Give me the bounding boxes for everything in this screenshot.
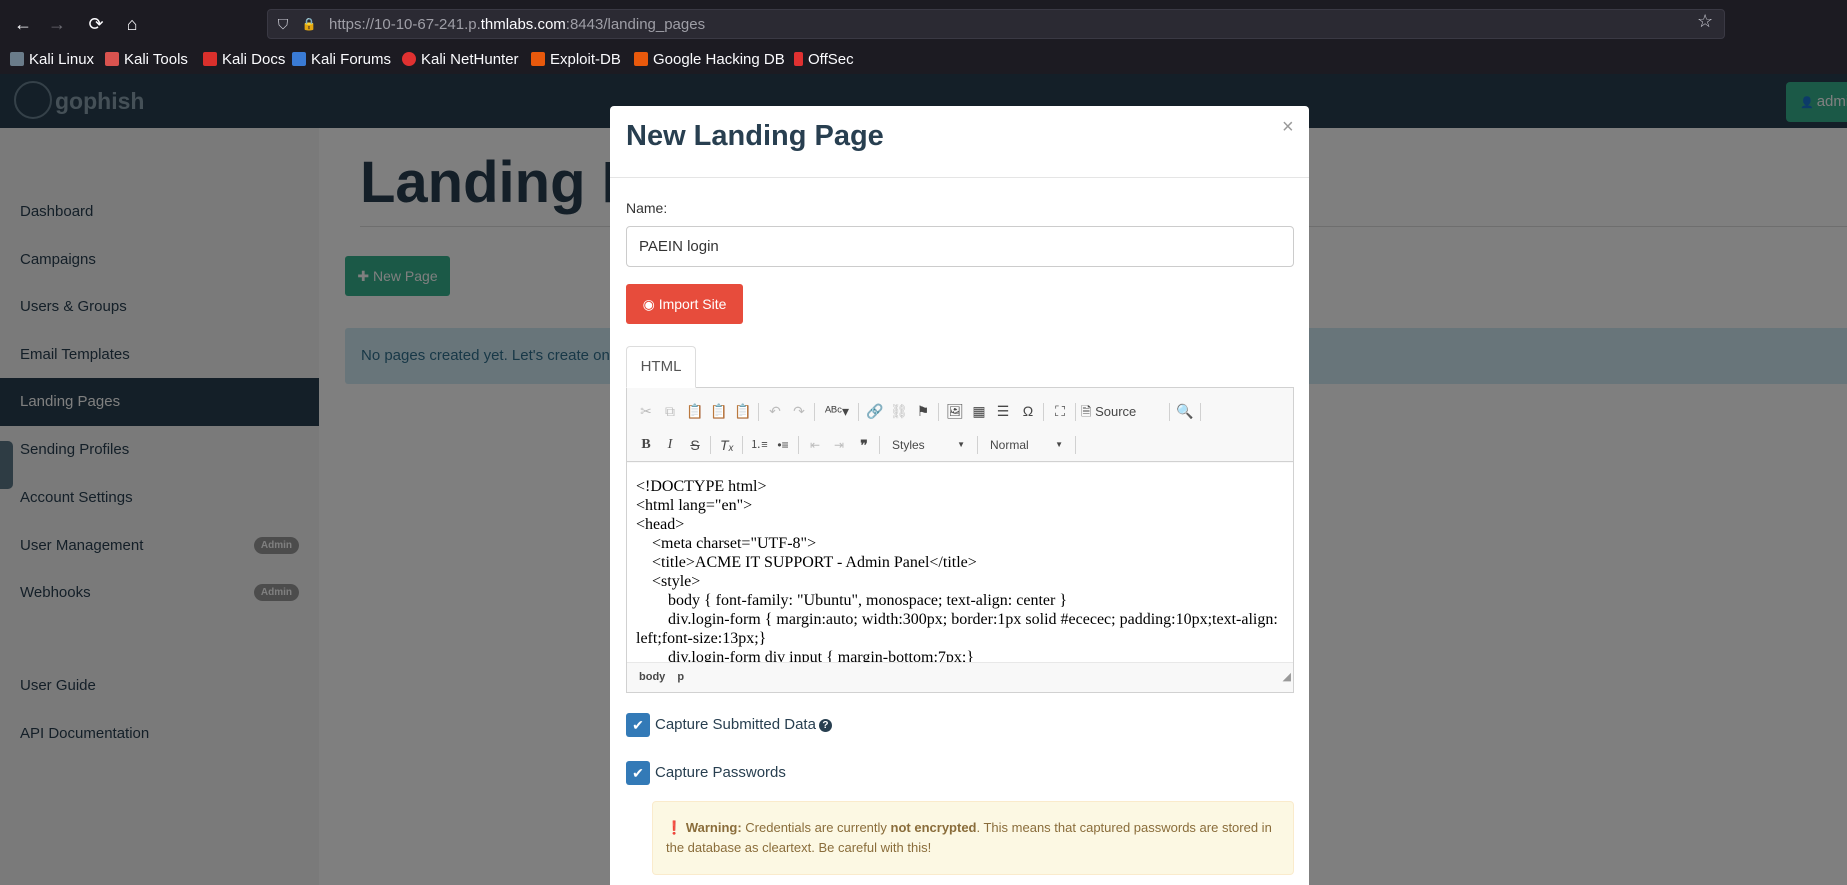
bookmark-offsec[interactable]: OffSec <box>794 50 854 70</box>
redo-icon[interactable]: ↷ <box>788 400 810 422</box>
format-dropdown[interactable]: Normal ▼ <box>983 434 1069 456</box>
help-icon[interactable]: ? <box>818 719 832 732</box>
special-char-icon[interactable]: Ω <box>1017 400 1039 422</box>
remove-format-icon[interactable]: Tₓ <box>716 434 738 456</box>
indent-icon[interactable]: ⇥ <box>828 434 850 456</box>
name-label: Name: <box>626 200 668 216</box>
editor-toolbar: ✂ ⧉ 📋 📋 📋 ↶ ↷ ᴬᴮᶜ▾ 🔗 ⛓ ⚑ 🖼 ▦ ☰ Ω ⛶ 🗎 Sou… <box>627 388 1293 462</box>
paste-icon[interactable]: 📋 <box>684 400 706 422</box>
resize-handle-icon[interactable]: ◢ <box>1283 663 1291 691</box>
kali-forums-icon <box>292 52 306 66</box>
code-line: div.login-form { margin:auto; width:300p… <box>636 611 1282 647</box>
undo-icon[interactable]: ↶ <box>764 400 786 422</box>
warning-alert: ❗ Warning: Credentials are currently not… <box>652 801 1294 875</box>
element-path-bar: body p ◢ <box>627 662 1293 692</box>
capture-passwords-checkbox[interactable]: ✔ <box>626 761 650 785</box>
code-line: div.login-form div input { margin-bottom… <box>636 649 975 662</box>
source-icon: 🗎 <box>1081 404 1096 419</box>
horizontal-line-icon[interactable]: ☰ <box>992 400 1014 422</box>
code-line: <style> <box>636 573 701 590</box>
code-line: <head> <box>636 516 685 533</box>
modal-title: New Landing Page <box>626 120 884 152</box>
offsec-icon <box>794 52 803 66</box>
styles-dropdown[interactable]: Styles ▼ <box>885 434 971 456</box>
copy-icon[interactable]: ⧉ <box>659 400 681 422</box>
bookmark-kali-forums[interactable]: Kali Forums <box>292 50 391 70</box>
shield-icon[interactable]: ⛉ <box>273 14 293 34</box>
import-site-button[interactable]: ◉ Import Site <box>626 284 743 324</box>
bookmark-kali-docs[interactable]: Kali Docs <box>203 50 285 70</box>
reload-icon[interactable]: ⟳ <box>83 11 109 37</box>
strikethrough-icon[interactable]: S <box>684 434 706 456</box>
preview-icon[interactable]: 🔍 <box>1174 400 1196 422</box>
bookmark-kali-nethunter[interactable]: Kali NetHunter <box>402 50 519 70</box>
blockquote-icon[interactable]: ❞ <box>853 434 875 456</box>
html-editor: ✂ ⧉ 📋 📋 📋 ↶ ↷ ᴬᴮᶜ▾ 🔗 ⛓ ⚑ 🖼 ▦ ☰ Ω ⛶ 🗎 Sou… <box>626 387 1294 693</box>
exclamation-icon: ❗ <box>666 820 683 835</box>
maximize-icon[interactable]: ⛶ <box>1049 400 1071 422</box>
paste-word-icon[interactable]: 📋 <box>732 400 754 422</box>
editor-content[interactable]: <!DOCTYPE html> <html lang="en"> <head> … <box>627 463 1293 662</box>
bookmark-exploit-db[interactable]: Exploit-DB <box>531 50 621 70</box>
italic-icon[interactable]: I <box>659 434 681 456</box>
url-text[interactable]: https://10-10-67-241.p.thmlabs.com:8443/… <box>329 16 705 33</box>
chevron-down-icon: ▼ <box>1055 440 1063 449</box>
unlink-icon[interactable]: ⛓ <box>888 400 910 422</box>
lock-icon[interactable]: 🔒 <box>299 14 319 34</box>
exploit-db-icon <box>531 52 545 66</box>
bulleted-list-icon[interactable]: •≡ <box>772 434 794 456</box>
chevron-down-icon: ▼ <box>957 440 965 449</box>
kali-dragon-icon <box>10 52 24 66</box>
ghdb-icon <box>634 52 648 66</box>
bookmark-kali-linux[interactable]: Kali Linux <box>10 50 94 70</box>
forward-icon[interactable]: → <box>44 11 70 37</box>
globe-icon: ◉ <box>642 296 659 312</box>
modal-header-divider <box>610 177 1309 178</box>
code-line: <!DOCTYPE html> <box>636 478 767 495</box>
bookmark-google-hacking-db[interactable]: Google Hacking DB <box>634 50 785 70</box>
close-icon[interactable]: × <box>1282 116 1294 139</box>
url-bar[interactable]: ⛉ 🔒 https://10-10-67-241.p.thmlabs.com:8… <box>267 9 1725 39</box>
anchor-flag-icon[interactable]: ⚑ <box>912 400 934 422</box>
code-line: <meta charset="UTF-8"> <box>636 535 817 552</box>
kali-tools-icon <box>105 52 119 66</box>
back-icon[interactable]: ← <box>10 11 36 37</box>
code-line: <title>ACME IT SUPPORT - Admin Panel</ti… <box>636 554 977 571</box>
capture-data-checkbox[interactable]: ✔ <box>626 713 650 737</box>
outdent-icon[interactable]: ⇤ <box>804 434 826 456</box>
path-body[interactable]: body <box>639 671 665 683</box>
home-icon[interactable]: ⌂ <box>119 11 145 37</box>
bookmark-star-icon[interactable]: ☆ <box>1697 11 1713 32</box>
code-line: body { font-family: "Ubuntu", monospace;… <box>636 592 1067 609</box>
name-input[interactable] <box>626 226 1294 267</box>
spellcheck-icon[interactable]: ᴬᴮᶜ▾ <box>821 400 853 422</box>
nethunter-icon <box>402 52 416 66</box>
bold-icon[interactable]: B <box>635 434 657 456</box>
browser-toolbar: ← → ⟳ ⌂ ⛉ 🔒 https://10-10-67-241.p.thmla… <box>0 0 1847 46</box>
gophish-page: gophish 👤admi Dashboard Campaigns Users … <box>0 74 1847 885</box>
tab-html[interactable]: HTML <box>626 346 696 388</box>
new-landing-page-modal: New Landing Page × Name: ◉ Import Site H… <box>610 106 1309 885</box>
bookmark-kali-tools[interactable]: Kali Tools <box>105 50 188 70</box>
code-line: <html lang="en"> <box>636 497 753 514</box>
kali-docs-icon <box>203 52 217 66</box>
table-icon[interactable]: ▦ <box>968 400 990 422</box>
capture-data-label: Capture Submitted Data? <box>655 716 832 733</box>
path-p[interactable]: p <box>677 671 684 683</box>
capture-passwords-label: Capture Passwords <box>655 764 786 781</box>
image-icon[interactable]: 🖼 <box>944 400 966 422</box>
bookmarks-bar: Kali Linux Kali Tools Kali Docs Kali For… <box>0 46 1847 74</box>
cut-icon[interactable]: ✂ <box>635 400 657 422</box>
numbered-list-icon[interactable]: ⒈≡ <box>748 434 770 456</box>
source-button[interactable]: 🗎 Source <box>1081 401 1145 423</box>
link-icon[interactable]: 🔗 <box>864 400 886 422</box>
paste-text-icon[interactable]: 📋 <box>708 400 730 422</box>
